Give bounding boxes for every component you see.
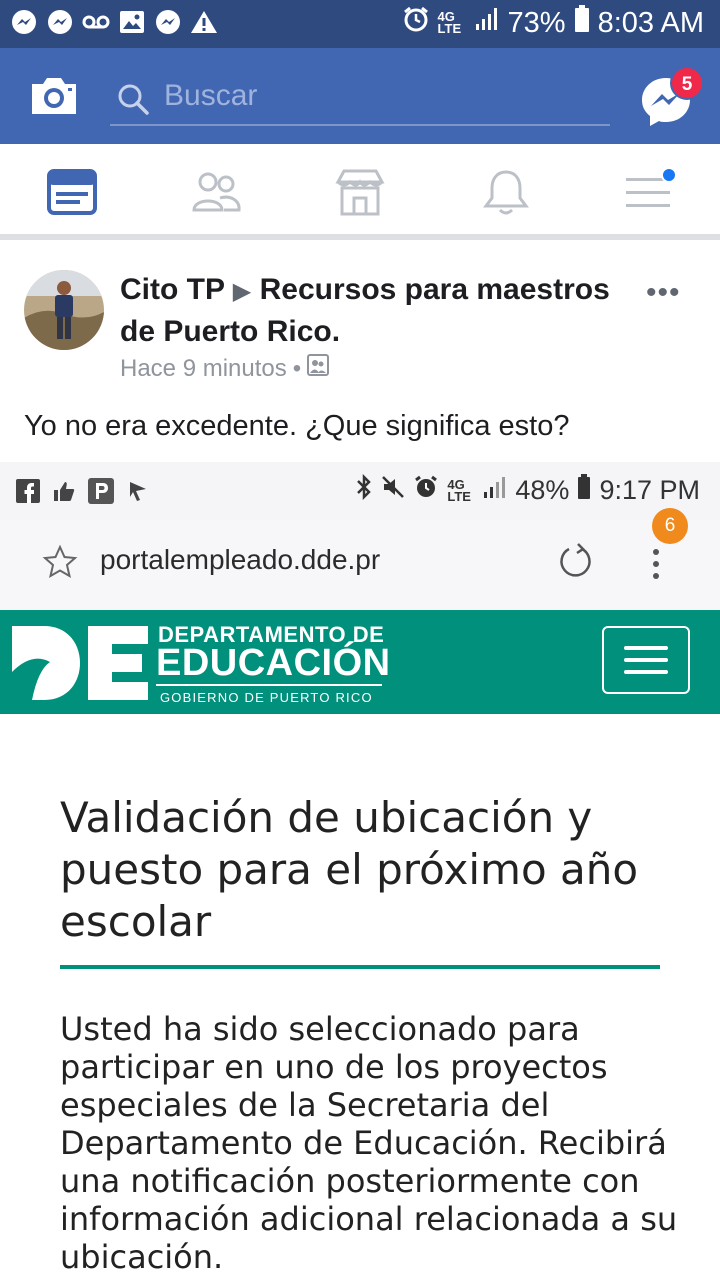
search-placeholder: Buscar [164, 79, 258, 112]
facebook-icon [16, 479, 40, 508]
hamburger-menu-button[interactable] [602, 626, 690, 694]
messenger-icon [154, 8, 182, 36]
hamburger-bar [624, 670, 668, 674]
battery-icon [577, 474, 591, 507]
alarm-icon [402, 5, 430, 41]
more-options-icon[interactable]: ••• [646, 276, 681, 310]
image-icon [118, 8, 146, 36]
post-timestamp[interactable]: Hace 9 minutos [120, 355, 287, 383]
messenger-icon [10, 8, 38, 36]
bookmark-star-icon[interactable] [42, 544, 78, 580]
facebook-header: Buscar 5 [0, 48, 720, 144]
page-title: Validación de ubicación y puesto para el… [60, 793, 639, 946]
browser-menu-badge: 6 [652, 508, 688, 544]
hamburger-bar [624, 646, 668, 650]
url-text[interactable]: portalempleado.dde.pr [100, 544, 380, 576]
embedded-system-status: 4G LTE 48% 9:17 PM [355, 473, 700, 507]
status-bar: 4G LTE 73% 8:03 AM [0, 0, 720, 48]
title-divider [60, 965, 660, 969]
tab-marketplace[interactable] [334, 166, 386, 218]
clock-time: 8:03 AM [597, 6, 704, 39]
app-p-icon [88, 478, 114, 509]
messenger-icon [46, 8, 74, 36]
post-meta: Hace 9 minutos • [120, 354, 330, 383]
search-input[interactable]: Buscar [110, 74, 610, 126]
hamburger-bar [624, 658, 668, 662]
bluetooth-icon [355, 473, 373, 507]
battery-percent: 73% [507, 6, 566, 39]
thumbs-up-icon [52, 479, 76, 508]
tab-notifications[interactable] [480, 166, 532, 218]
browser-url-bar: portalempleado.dde.pr 6 [0, 508, 720, 610]
menu-notification-dot [661, 167, 677, 183]
tab-friends[interactable] [190, 166, 242, 218]
signal-icon [483, 475, 507, 506]
embedded-notification-icons [16, 478, 150, 509]
messenger-badge: 5 [670, 66, 704, 100]
header-divider [156, 684, 382, 686]
browser-menu-icon[interactable] [648, 546, 664, 586]
notification-icons [10, 8, 218, 36]
battery-icon [574, 5, 590, 41]
camera-icon[interactable] [28, 70, 80, 122]
post-text: Yo no era excedente. ¿Que significa esto… [24, 410, 570, 442]
header-line-3: GOBIERNO DE PUERTO RICO [160, 690, 373, 705]
site-header: DEPARTAMENTO DE EDUCACIÓN GOBIERNO DE PU… [0, 610, 720, 714]
network-type: 4G LTE [437, 9, 462, 36]
tab-news-feed[interactable] [46, 166, 98, 218]
arrow-right-icon: ▶ [232, 278, 252, 305]
page-body-text: Usted ha sido seleccionado para particip… [60, 1010, 678, 1276]
avatar[interactable] [24, 270, 104, 350]
author-name[interactable]: Cito TP [120, 273, 224, 306]
alarm-icon [413, 474, 439, 507]
de-logo[interactable] [10, 622, 150, 704]
reload-icon[interactable] [556, 542, 596, 582]
embedded-network-type: 4G LTE [447, 476, 471, 504]
group-audience-icon [307, 354, 330, 383]
meta-separator: • [292, 354, 302, 382]
post-header: Cito TP ▶ Recursos para maestros de Puer… [0, 250, 720, 400]
system-status: 4G LTE 73% 8:03 AM [402, 5, 704, 41]
embedded-clock-time: 9:17 PM [599, 475, 700, 505]
download-icon [126, 479, 150, 508]
tab-bar [0, 144, 720, 240]
mute-icon [381, 475, 405, 506]
header-line-2: EDUCACIÓN [156, 642, 391, 684]
embedded-battery-percent: 48% [515, 475, 570, 505]
search-icon [116, 82, 150, 116]
post-author-line: Cito TP ▶ Recursos para maestros de Puer… [120, 270, 640, 352]
embedded-status-bar: 4G LTE 48% 9:17 PM [0, 462, 720, 520]
signal-icon [474, 6, 500, 40]
voicemail-icon [82, 8, 110, 36]
post-image[interactable]: 4G LTE 48% 9:17 PM portalempleado.dde.pr… [0, 462, 720, 1280]
warning-icon [190, 8, 218, 36]
